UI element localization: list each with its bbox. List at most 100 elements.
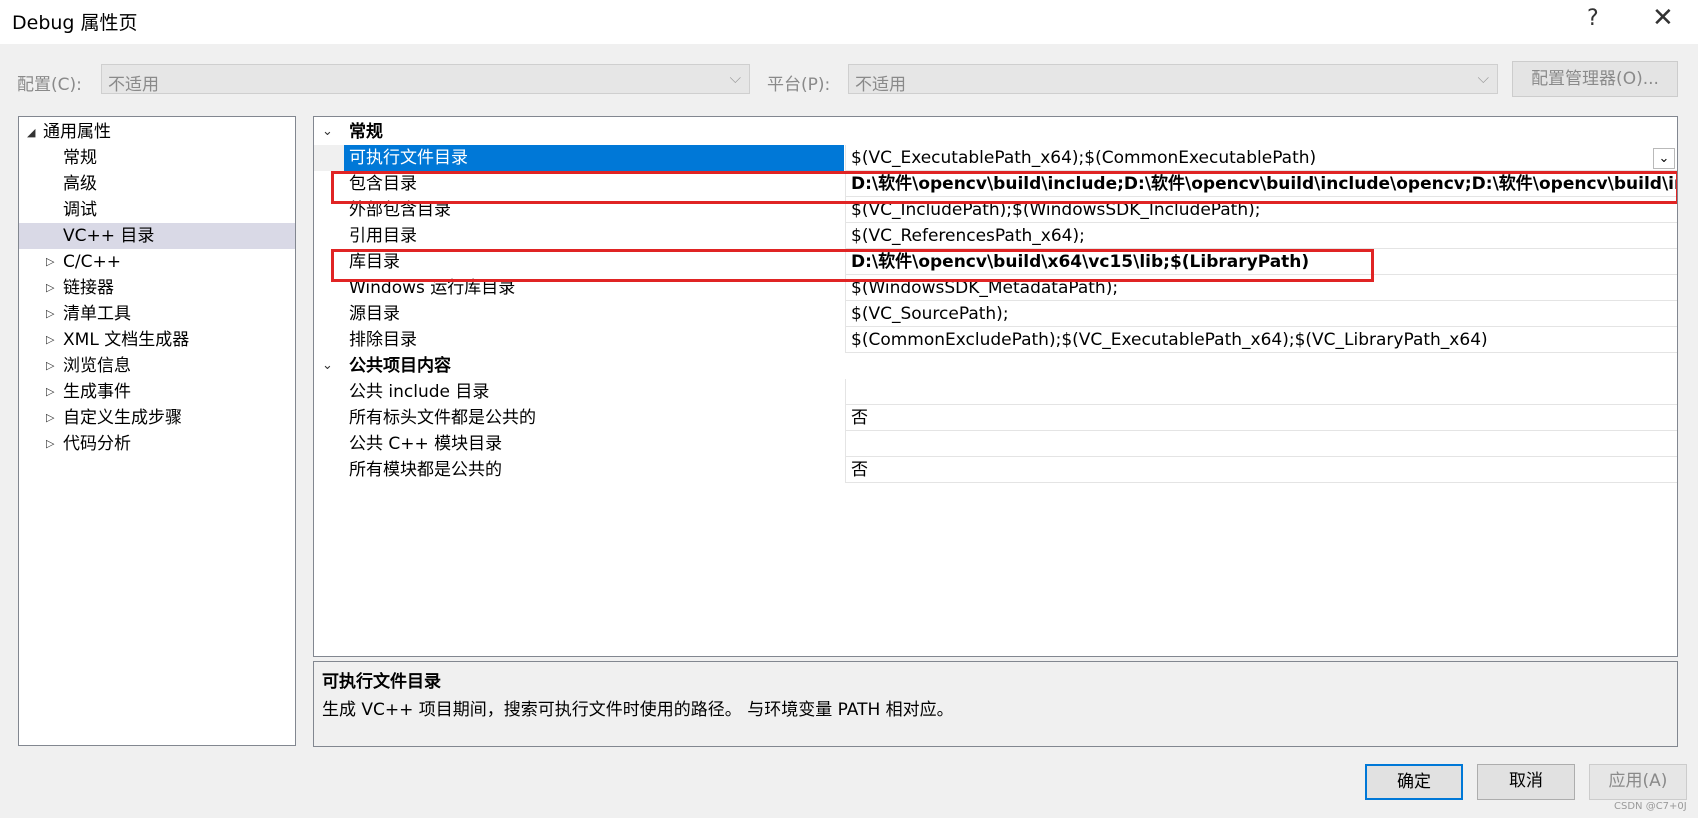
collapsed-triangle-icon[interactable]: ▷ — [46, 431, 54, 457]
collapsed-triangle-icon[interactable]: ▷ — [46, 379, 54, 405]
description-title: 可执行文件目录 — [322, 672, 441, 692]
collapsed-triangle-icon[interactable]: ▷ — [46, 301, 54, 327]
tree-item-label: 代码分析 — [63, 434, 131, 454]
description-panel: 可执行文件目录 生成 VC++ 项目期间，搜索可执行文件时使用的路径。 与环境变… — [313, 661, 1678, 747]
property-name: 可执行文件目录 — [344, 145, 844, 171]
help-button[interactable]: ? — [1587, 6, 1599, 31]
tree-item-debugging[interactable]: 调试 — [19, 197, 295, 223]
table-row[interactable]: 库目录 D:\软件\opencv\build\x64\vc15\lib;$(Li… — [314, 249, 1677, 275]
property-name: 排除目录 — [349, 330, 417, 350]
tree-item-vc-directories[interactable]: VC++ 目录 — [19, 223, 295, 249]
section-title: 公共项目内容 — [349, 356, 451, 376]
property-value[interactable]: $(VC_SourcePath); — [845, 301, 1677, 327]
property-value[interactable]: 否 — [845, 405, 1677, 431]
property-name: 公共 C++ 模块目录 — [349, 434, 503, 454]
chevron-down-icon[interactable]: ⌄ — [322, 119, 333, 145]
table-row[interactable]: 公共 C++ 模块目录 — [314, 431, 1677, 457]
tree-item-label: 浏览信息 — [63, 356, 131, 376]
title-bar: Debug 属性页 ? ✕ — [0, 0, 1698, 44]
tree-item-browse-info[interactable]: ▷ 浏览信息 — [19, 353, 295, 379]
tree-item-label: C/C++ — [63, 252, 121, 272]
table-row[interactable]: 所有模块都是公共的 否 — [314, 457, 1677, 483]
tree-item-label: XML 文档生成器 — [63, 330, 190, 350]
config-label: 配置(C): — [17, 75, 82, 95]
property-name: Windows 运行库目录 — [349, 278, 516, 298]
property-value[interactable]: D:\软件\opencv\build\x64\vc15\lib;$(Librar… — [845, 249, 1677, 275]
property-name: 所有标头文件都是公共的 — [349, 408, 536, 428]
table-row[interactable]: 公共 include 目录 — [314, 379, 1677, 405]
property-tree: ◢ 通用属性 常规 高级 调试 VC++ 目录 ▷ C/C++ ▷ 链接器 ▷ … — [18, 116, 296, 746]
tree-item-code-analysis[interactable]: ▷ 代码分析 — [19, 431, 295, 457]
property-grid: ⌄ 常规 可执行文件目录 $(VC_ExecutablePath_x64);$(… — [313, 116, 1678, 657]
property-value[interactable]: $(VC_ReferencesPath_x64); — [845, 223, 1677, 249]
chevron-down-icon[interactable]: ⌄ — [322, 353, 333, 379]
property-name: 所有模块都是公共的 — [349, 460, 502, 480]
table-row[interactable]: 所有标头文件都是公共的 否 — [314, 405, 1677, 431]
close-button[interactable]: ✕ — [1652, 3, 1674, 33]
config-manager-button[interactable]: 配置管理器(O)... — [1512, 61, 1678, 97]
property-name: 包含目录 — [349, 174, 417, 194]
tree-item-label: 生成事件 — [63, 382, 131, 402]
tree-item-advanced[interactable]: 高级 — [19, 171, 295, 197]
tree-item-root[interactable]: ◢ 通用属性 — [19, 119, 295, 145]
table-row[interactable]: 包含目录 D:\软件\opencv\build\include;D:\软件\op… — [314, 171, 1677, 197]
property-name: 引用目录 — [349, 226, 417, 246]
platform-value: 不适用 — [855, 75, 906, 95]
collapsed-triangle-icon[interactable]: ▷ — [46, 275, 54, 301]
chevron-down-icon: ⌵ — [729, 69, 741, 87]
tree-item-cpp[interactable]: ▷ C/C++ — [19, 249, 295, 275]
tree-item-label: 自定义生成步骤 — [63, 408, 182, 428]
grid-section-public-content[interactable]: ⌄ 公共项目内容 — [314, 353, 1677, 379]
collapsed-triangle-icon[interactable]: ▷ — [46, 249, 54, 275]
table-row[interactable]: 引用目录 $(VC_ReferencesPath_x64); — [314, 223, 1677, 249]
property-value[interactable]: $(CommonExcludePath);$(VC_ExecutablePath… — [845, 327, 1677, 353]
property-value[interactable] — [845, 379, 1677, 405]
property-value[interactable]: 否 — [845, 457, 1677, 483]
tree-item-general[interactable]: 常规 — [19, 145, 295, 171]
tree-item-label: 链接器 — [63, 278, 114, 298]
property-value[interactable]: $(VC_IncludePath);$(WindowsSDK_IncludePa… — [845, 197, 1677, 223]
ok-button[interactable]: 确定 — [1365, 764, 1463, 800]
tree-item-custom-build[interactable]: ▷ 自定义生成步骤 — [19, 405, 295, 431]
collapsed-triangle-icon[interactable]: ▷ — [46, 353, 54, 379]
property-name: 公共 include 目录 — [349, 382, 490, 402]
property-value[interactable]: $(VC_ExecutablePath_x64);$(CommonExecuta… — [845, 145, 1677, 171]
tree-item-label: 通用属性 — [43, 122, 111, 142]
table-row[interactable]: 排除目录 $(CommonExcludePath);$(VC_Executabl… — [314, 327, 1677, 353]
property-value[interactable] — [845, 431, 1677, 457]
tree-item-label: 常规 — [63, 148, 97, 168]
tree-item-label: 清单工具 — [63, 304, 131, 324]
grid-section-general[interactable]: ⌄ 常规 — [314, 119, 1677, 145]
expanded-triangle-icon[interactable]: ◢ — [27, 120, 35, 146]
property-value[interactable]: D:\软件\opencv\build\include;D:\软件\opencv\… — [845, 171, 1677, 197]
tree-item-manifest-tool[interactable]: ▷ 清单工具 — [19, 301, 295, 327]
cancel-button[interactable]: 取消 — [1477, 764, 1575, 800]
watermark: CSDN @C7+0J — [1614, 801, 1687, 812]
apply-button[interactable]: 应用(A) — [1589, 764, 1687, 800]
property-name: 外部包含目录 — [349, 200, 451, 220]
tree-item-build-events[interactable]: ▷ 生成事件 — [19, 379, 295, 405]
table-row[interactable]: 外部包含目录 $(VC_IncludePath);$(WindowsSDK_In… — [314, 197, 1677, 223]
config-value: 不适用 — [108, 75, 159, 95]
property-name: 源目录 — [349, 304, 400, 324]
table-row[interactable]: 源目录 $(VC_SourcePath); — [314, 301, 1677, 327]
tree-item-label: VC++ 目录 — [63, 226, 155, 246]
chevron-down-icon: ⌵ — [1477, 69, 1489, 87]
section-title: 常规 — [349, 122, 383, 142]
platform-label: 平台(P): — [767, 75, 831, 95]
window-title: Debug 属性页 — [12, 12, 138, 34]
tree-item-label: 高级 — [63, 174, 97, 194]
config-combo[interactable]: 不适用 ⌵ — [101, 64, 750, 95]
tree-item-label: 调试 — [63, 200, 97, 220]
collapsed-triangle-icon[interactable]: ▷ — [46, 327, 54, 353]
table-row[interactable]: Windows 运行库目录 $(WindowsSDK_MetadataPath)… — [314, 275, 1677, 301]
tree-item-linker[interactable]: ▷ 链接器 — [19, 275, 295, 301]
chevron-down-icon[interactable]: ⌄ — [1653, 148, 1675, 169]
tree-item-xml-doc[interactable]: ▷ XML 文档生成器 — [19, 327, 295, 353]
property-value[interactable]: $(WindowsSDK_MetadataPath); — [845, 275, 1677, 301]
table-row[interactable]: 可执行文件目录 $(VC_ExecutablePath_x64);$(Commo… — [314, 145, 1677, 171]
description-text: 生成 VC++ 项目期间，搜索可执行文件时使用的路径。 与环境变量 PATH 相… — [322, 700, 954, 720]
platform-combo[interactable]: 不适用 ⌵ — [848, 64, 1498, 95]
property-name: 库目录 — [349, 252, 400, 272]
collapsed-triangle-icon[interactable]: ▷ — [46, 405, 54, 431]
